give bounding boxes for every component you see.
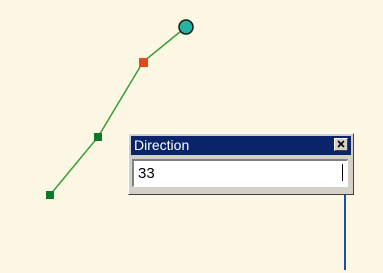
current-vertex[interactable] [139, 58, 148, 67]
sketch-vertex[interactable] [46, 191, 54, 199]
close-x-icon [337, 140, 345, 148]
dialog-title: Direction [134, 137, 190, 153]
dialog-titlebar[interactable]: Direction [131, 136, 351, 155]
direction-input[interactable] [132, 159, 348, 187]
text-cursor [342, 164, 343, 181]
sketch-vertex[interactable] [94, 133, 102, 141]
sketch-endpoint[interactable] [178, 19, 194, 35]
close-button[interactable] [334, 138, 348, 151]
direction-dialog: Direction [128, 133, 354, 195]
